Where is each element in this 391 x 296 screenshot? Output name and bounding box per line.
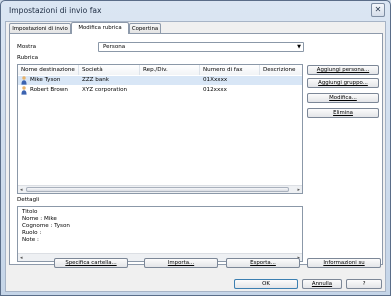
tab-label: Impostazioni di invio	[12, 26, 68, 32]
cell-name: Robert Brown	[30, 87, 68, 93]
table-row[interactable]: Robert Brown XYZ corporation 012xxxx	[18, 86, 302, 95]
export-button[interactable]: Esporta...	[226, 258, 300, 268]
detail-line: Titolo	[22, 209, 38, 215]
cell-fax: 01Xxxxx	[203, 77, 228, 83]
specify-folder-button[interactable]: Specifica cartella...	[54, 258, 128, 268]
add-group-label: Aggiungi gruppo...	[318, 80, 368, 86]
detail-line: Cognome : Tyson	[22, 223, 70, 229]
scroll-left-icon[interactable]: ◂	[20, 186, 23, 193]
mostra-dropdown[interactable]: Persona ▼	[98, 42, 304, 52]
dialog-client: Impostazioni di invio Modifica rubrica C…	[5, 21, 386, 292]
detail-line: Ruolo :	[22, 230, 42, 236]
detail-line: Nome : Mike	[22, 216, 57, 222]
edit-label: Modifica...	[329, 95, 357, 101]
delete-button[interactable]: Elimina	[307, 108, 379, 118]
import-button[interactable]: Importa...	[144, 258, 218, 268]
specify-folder-label: Specifica cartella...	[65, 260, 117, 266]
window-title: Impostazioni di invio fax	[9, 6, 102, 15]
mostra-value: Persona	[103, 44, 126, 50]
export-label: Esporta...	[250, 260, 276, 266]
edit-button[interactable]: Modifica...	[307, 93, 379, 103]
import-label: Importa...	[167, 260, 195, 266]
scroll-right-icon[interactable]: ▸	[297, 186, 300, 193]
table-row[interactable]: Mike Tyson ZZZ bank 01Xxxxx	[18, 76, 302, 85]
ok-button[interactable]: OK	[234, 279, 298, 289]
help-button[interactable]: ?	[346, 279, 382, 289]
mostra-label: Mostra	[17, 44, 37, 50]
add-person-button[interactable]: Aggiungi persona...	[307, 65, 379, 75]
ok-label: OK	[262, 281, 270, 287]
detail-line: Note :	[22, 237, 39, 243]
tab-modifica-rubrica[interactable]: Modifica rubrica	[71, 22, 129, 34]
tab-panel: Mostra Persona ▼ Rubrica Nome destinazio…	[9, 33, 383, 265]
cancel-button[interactable]: Annulla	[302, 279, 342, 289]
delete-label: Elimina	[333, 110, 353, 116]
add-person-label: Aggiungi persona...	[316, 67, 370, 73]
cancel-label: Annulla	[311, 281, 333, 287]
scroll-left-icon[interactable]: ◂	[20, 254, 23, 261]
cell-company: XYZ corporation	[82, 87, 128, 93]
cell-fax: 012xxxx	[203, 87, 227, 93]
tab-label: Copertina	[131, 26, 159, 32]
column-header-name[interactable]: Nome destinazione	[18, 65, 79, 75]
dettagli-label: Dettagli	[17, 197, 40, 203]
chevron-down-icon: ▼	[297, 44, 301, 50]
title-bar[interactable]: Impostazioni di invio fax ✕	[1, 1, 390, 20]
column-header-fax[interactable]: Numero di fax	[200, 65, 260, 75]
info-button[interactable]: Informazioni su	[307, 258, 381, 268]
scroll-thumb[interactable]	[26, 187, 289, 192]
info-label: Informazioni su	[323, 260, 365, 266]
help-label: ?	[362, 281, 366, 287]
column-header-dept[interactable]: Rep./Div.	[140, 65, 200, 75]
column-header-desc[interactable]: Descrizione	[260, 65, 302, 75]
rubrica-list[interactable]: Nome destinazione Società Rep./Div. Nume…	[17, 64, 303, 194]
add-group-button[interactable]: Aggiungi gruppo...	[307, 78, 379, 88]
cell-name: Mike Tyson	[30, 77, 61, 83]
close-icon[interactable]: ✕	[371, 3, 385, 17]
horizontal-scrollbar[interactable]: ◂ ▸	[18, 185, 302, 193]
cell-company: ZZZ bank	[82, 77, 110, 83]
dialog-window: Impostazioni di invio fax ✕ Impostazioni…	[0, 0, 391, 296]
tab-label: Modifica rubrica	[78, 25, 122, 31]
details-box: Titolo Nome : Mike Cognome : Tyson Ruolo…	[17, 206, 303, 262]
rubrica-label: Rubrica	[17, 55, 39, 61]
column-header-company[interactable]: Società	[79, 65, 140, 75]
